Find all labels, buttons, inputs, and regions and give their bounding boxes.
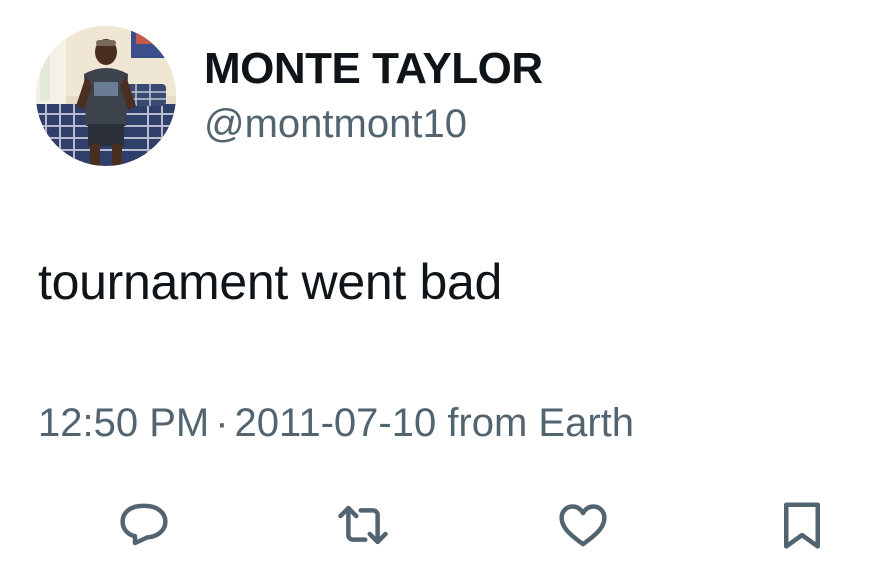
reply-button[interactable]: [114, 495, 174, 555]
author-identity: MONTE TAYLOR @montmont10: [204, 43, 543, 149]
bookmark-icon: [784, 502, 820, 549]
bookmark-button[interactable]: [772, 495, 832, 555]
tweet-source: from Earth: [447, 401, 635, 445]
tweet-date[interactable]: 2011-07-10: [235, 401, 437, 445]
display-name[interactable]: MONTE TAYLOR: [204, 43, 543, 95]
reply-icon: [120, 503, 168, 546]
like-button[interactable]: [553, 495, 613, 555]
tweet-meta: 12:50 PM · 2011-07-10 from Earth: [38, 398, 634, 448]
retweet-button[interactable]: [333, 495, 393, 555]
tweet-header: MONTE TAYLOR @montmont10: [36, 26, 543, 166]
tweet-time[interactable]: 12:50 PM: [38, 401, 209, 445]
avatar[interactable]: [36, 26, 176, 166]
tweet-text: tournament went bad: [38, 254, 503, 310]
profile-photo-icon: [36, 26, 176, 166]
tweet-card: MONTE TAYLOR @montmont10 tournament went…: [0, 0, 878, 585]
retweet-icon: [338, 505, 388, 545]
username-handle[interactable]: @montmont10: [204, 99, 543, 149]
heart-icon: [559, 504, 607, 547]
action-bar: [0, 495, 878, 555]
meta-separator: ·: [215, 401, 229, 445]
